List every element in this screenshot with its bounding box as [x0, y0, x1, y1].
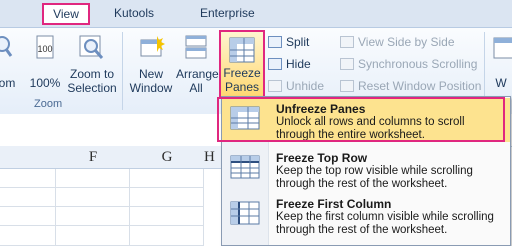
cell[interactable]	[0, 207, 56, 226]
unhide-icon	[268, 80, 282, 92]
synchronous-scrolling-label: Synchronous Scrolling	[358, 57, 478, 71]
zoom-to-selection-label-2: Selection	[67, 81, 117, 95]
cell[interactable]	[130, 188, 204, 207]
new-window-label-2: Window	[129, 81, 173, 95]
freeze-panes-label-text: Panes	[224, 80, 260, 94]
menu-item-freeze-top-row[interactable]: Freeze Top Row Keep the top row visible …	[222, 147, 510, 191]
zoom-100-button[interactable]: 100 100%	[28, 34, 62, 90]
freeze-panes-label-1: Freeze	[223, 66, 261, 80]
cell[interactable]	[130, 226, 204, 246]
ribbon-tab-bar: View Kutools Enterprise	[0, 0, 512, 28]
column-header-partial[interactable]	[0, 146, 57, 169]
unfreeze-panes-desc: Unlock all rows and columns to scroll th…	[276, 116, 465, 141]
zoom-100-icon: 100	[36, 35, 54, 59]
new-window-button[interactable]: New Window	[128, 34, 174, 95]
menu-item-unfreeze-panes[interactable]: Unfreeze Panes Unlock all rows and colum…	[222, 98, 510, 142]
freeze-panes-icon	[229, 37, 255, 63]
workspace-button[interactable]: W	[490, 34, 512, 90]
split-button[interactable]: Split	[268, 33, 309, 51]
zoom-label: om	[0, 76, 16, 90]
arrange-all-label-2: All	[189, 81, 203, 95]
hide-label: Hide	[286, 57, 311, 71]
freeze-first-column-icon	[230, 201, 260, 225]
freeze-top-row-icon	[230, 155, 260, 179]
magnifier-icon	[0, 36, 13, 57]
arrange-all-icon	[185, 35, 207, 59]
tab-view[interactable]: View	[42, 3, 90, 25]
zoom-100-label: 100%	[29, 76, 61, 90]
freeze-top-row-desc: Keep the top row visible while scrolling…	[276, 165, 473, 190]
side-by-side-icon	[340, 36, 354, 48]
zoom-group-label: Zoom	[34, 98, 63, 110]
workspace-label: W	[495, 76, 507, 90]
cell[interactable]	[130, 207, 204, 226]
unhide-button[interactable]: Unhide	[268, 77, 324, 95]
split-label: Split	[286, 35, 310, 49]
save-workspace-icon	[493, 37, 512, 59]
zoom-to-selection-label-1: Zoom to	[69, 67, 114, 81]
group-separator	[122, 32, 123, 110]
reset-window-position-label: Reset Window Position	[358, 79, 482, 93]
freeze-first-column-desc: Keep the first column visible while scro…	[276, 211, 494, 236]
freeze-top-row-title: Freeze Top Row	[276, 151, 368, 165]
synchronous-scrolling-button[interactable]: Synchronous Scrolling	[340, 55, 477, 73]
zoom-button[interactable]: om	[0, 34, 18, 90]
unhide-label: Unhide	[286, 79, 325, 93]
cell[interactable]	[56, 188, 130, 207]
zoom-to-selection-button[interactable]: Zoom to Selection	[66, 34, 118, 95]
view-side-by-side-button[interactable]: View Side by Side	[340, 33, 455, 51]
arrange-all-button[interactable]: Arrange All	[176, 34, 219, 95]
zoom-selection-icon	[79, 35, 104, 59]
tab-kutools[interactable]: Kutools	[114, 6, 154, 20]
cell[interactable]	[130, 169, 204, 188]
cell[interactable]	[56, 226, 130, 246]
sync-scroll-icon	[340, 58, 354, 70]
unfreeze-panes-title: Unfreeze Panes	[276, 102, 366, 116]
cell[interactable]	[0, 226, 56, 246]
hide-icon	[268, 58, 282, 70]
column-header-g[interactable]: G	[130, 146, 205, 169]
reset-window-position-button[interactable]: Reset Window Position	[340, 77, 481, 95]
cell[interactable]	[56, 169, 130, 188]
unfreeze-panes-icon	[230, 106, 260, 130]
view-side-by-side-label: View Side by Side	[358, 35, 455, 49]
freeze-panes-button[interactable]: Freeze Panes ▼	[219, 30, 265, 107]
cell[interactable]	[0, 169, 56, 188]
cell[interactable]	[0, 188, 56, 207]
menu-item-freeze-first-column[interactable]: Freeze First Column Keep the first colum…	[222, 193, 510, 237]
reset-window-icon	[340, 80, 354, 92]
freeze-first-column-title: Freeze First Column	[276, 197, 392, 211]
new-window-icon	[140, 36, 165, 57]
tab-enterprise[interactable]: Enterprise	[200, 6, 255, 20]
column-header-f[interactable]: F	[56, 146, 131, 169]
freeze-panes-menu: Unfreeze Panes Unlock all rows and colum…	[221, 96, 511, 246]
cell[interactable]	[56, 207, 130, 226]
arrange-all-label-1: Arrange	[176, 67, 219, 81]
split-icon	[268, 36, 282, 48]
new-window-label-1: New	[138, 67, 163, 81]
svg-text:100: 100	[37, 44, 52, 54]
hide-button[interactable]: Hide	[268, 55, 311, 73]
